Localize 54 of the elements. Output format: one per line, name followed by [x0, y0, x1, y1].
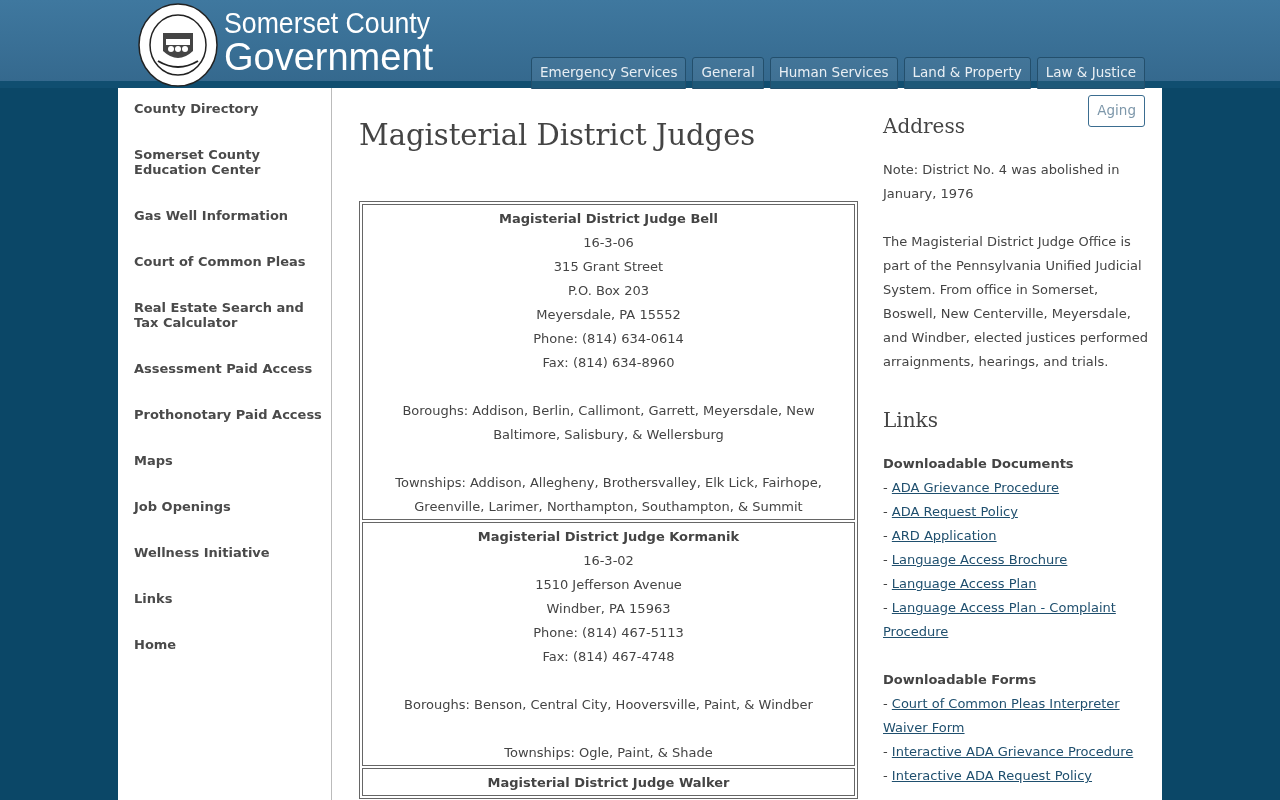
links-subheading: Downloadable Forms [883, 671, 1038, 689]
sidebar-link[interactable]: Gas Well Information [134, 208, 326, 223]
nav-tab[interactable]: Emergency Services [531, 57, 687, 89]
nav-tab[interactable]: General [692, 57, 764, 89]
document-link[interactable]: - ADA Grievance Procedure [883, 476, 1150, 500]
judge-detail: Windber, PA 15963 [545, 599, 672, 618]
sidebar-link[interactable]: Court of Common Pleas [134, 254, 326, 269]
document-link[interactable]: - Interactive ADA Request Policy [883, 764, 1150, 788]
nav-tab[interactable]: Human Services [769, 57, 898, 89]
judge-detail: 16-3-06 [582, 233, 635, 252]
document-link[interactable]: - Language Access Plan - Complaint Procedure [883, 596, 1150, 644]
judge-detail: P.O. Box 203 [567, 281, 650, 300]
sidebar-link[interactable]: Real Estate Search and Tax Calculator [134, 300, 326, 330]
boroughs-text: Boroughs: Addison, Berlin, Callimont, Garrett, Meyersdale, New Baltimore, Salisbury, & Wellersburg [401, 401, 816, 444]
sidebar-link[interactable]: Prothonotary Paid Access [134, 407, 326, 422]
section-heading: Address [883, 114, 966, 138]
document-link[interactable]: - Language Access Brochure [883, 548, 1150, 572]
document-link[interactable]: - Interactive ADA Grievance Procedure [883, 740, 1150, 764]
judge-detail: Phone: (814) 634-0614 [532, 329, 685, 348]
sidebar-link[interactable]: County Directory [134, 101, 326, 116]
judge-detail: Meyersdale, PA 15552 [535, 305, 682, 324]
county-seal-icon[interactable] [138, 3, 218, 87]
judge-name: Magisterial District Judge Walker [486, 773, 731, 792]
sidebar-link[interactable]: Links [134, 591, 326, 606]
sidebar-link[interactable]: Maps [134, 453, 326, 468]
site-title[interactable]: Somerset County [224, 9, 431, 38]
document-link[interactable]: - ARD Application [883, 524, 1150, 548]
judge-name: Magisterial District Judge Kormanik [476, 527, 741, 546]
nav-tab[interactable]: Land & Property [903, 57, 1031, 89]
townships-text: Townships: Addison, Allegheny, Brothersvalley, Elk Lick, Fairhope, Greenville, Larimer, Northampton, Southampton, & Summit [394, 473, 823, 516]
judge-detail: 315 Grant Street [552, 257, 665, 276]
judge-detail: Phone: (814) 467-5113 [532, 623, 685, 642]
sidebar-link[interactable]: Home [134, 637, 326, 652]
judge-detail: 1510 Jefferson Avenue [534, 575, 683, 594]
sidebar-link[interactable]: Wellness Initiative [134, 545, 326, 560]
judge-detail: 16-3-02 [582, 551, 635, 570]
document-link[interactable]: - Court of Common Pleas Interpreter Waiver Form [883, 692, 1150, 740]
document-link[interactable]: - Language Access Plan [883, 572, 1150, 596]
nav-tab[interactable]: Law & Justice [1036, 57, 1145, 89]
judge-name: Magisterial District Judge Bell [497, 209, 720, 228]
sidebar-link[interactable]: Assessment Paid Access [134, 361, 326, 376]
judge-detail: Fax: (814) 634-8960 [541, 353, 676, 372]
section-heading: Links [883, 408, 939, 432]
document-link[interactable]: - ADA Request Policy [883, 500, 1150, 524]
address-text: The Magisterial District Judge Office is part of the Pennsylvania Unified Judicial System. From office in Somerset, Boswell, New Centerville, Meyersdale, and Windber, elected justices performed arraignments, hearings, and trials. [883, 233, 1149, 371]
address-text: Note: District No. 4 was abolished in January, 1976 [883, 161, 1121, 203]
site-subtitle[interactable]: Government [224, 38, 449, 76]
boroughs-text: Boroughs: Benson, Central City, Hooversville, Paint, & Windber [403, 695, 814, 714]
judge-detail: Fax: (814) 467-4748 [541, 647, 676, 666]
sidebar-link[interactable]: Somerset County Education Center [134, 147, 326, 177]
links-subheading: Downloadable Documents [883, 455, 1075, 473]
page-title: Magisterial District Judges [359, 118, 757, 153]
townships-text: Townships: Ogle, Paint, & Shade [503, 743, 714, 762]
sidebar-link[interactable]: Job Openings [134, 499, 326, 514]
